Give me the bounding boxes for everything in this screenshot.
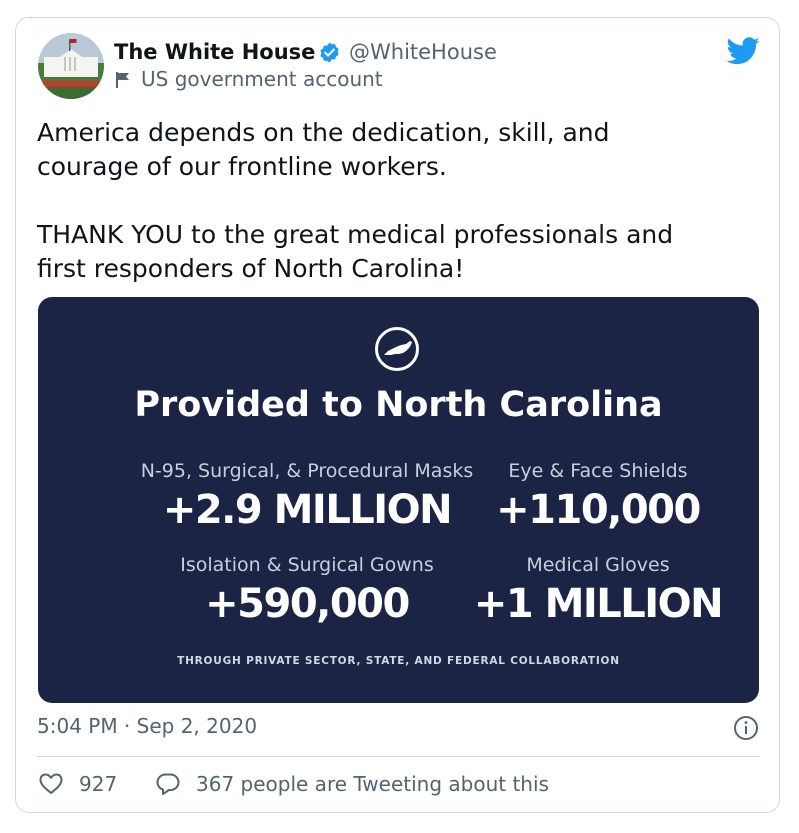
divider xyxy=(37,756,759,757)
media-footnote: THROUGH PRIVATE SECTOR, STATE, AND FEDER… xyxy=(177,655,620,667)
government-account-label[interactable]: US government account xyxy=(141,67,383,91)
media-title: Provided to North Carolina xyxy=(134,385,663,425)
tweet-media-image[interactable]: Provided to North Carolina N-95, Surgica… xyxy=(38,297,759,703)
stat-label-masks: N-95, Surgical, & Procedural Masks xyxy=(140,460,474,482)
stat-value-shields: +110,000 xyxy=(496,487,701,533)
stat-value-gloves: +1 MILLION xyxy=(473,581,724,627)
north-carolina-map-icon xyxy=(375,327,419,371)
stat-label-shields: Eye & Face Shields xyxy=(508,460,688,482)
stat-value-masks: +2.9 MILLION xyxy=(162,487,453,533)
stat-label-gloves: Medical Gloves xyxy=(526,554,670,576)
profile-avatar[interactable] xyxy=(38,33,104,99)
info-icon[interactable] xyxy=(733,715,759,741)
speech-bubble-icon[interactable] xyxy=(155,771,181,797)
twitter-bird-icon[interactable] xyxy=(727,37,760,65)
tweet-timestamp[interactable]: 5:04 PM · Sep 2, 2020 xyxy=(37,714,257,738)
stat-value-gowns: +590,000 xyxy=(205,581,410,627)
verified-badge-icon xyxy=(320,42,339,63)
heart-icon[interactable] xyxy=(38,771,64,797)
author-display-name[interactable]: The White House xyxy=(114,40,315,64)
tweet-text: America depends on the dedication, skill… xyxy=(37,118,674,283)
stat-label-gowns: Isolation & Surgical Gowns xyxy=(180,554,434,576)
like-count[interactable]: 927 xyxy=(79,772,117,796)
conversation-count-link[interactable]: 367 people are Tweeting about this xyxy=(196,772,549,796)
white-house-avatar-image xyxy=(38,33,104,99)
flag-icon xyxy=(116,72,129,88)
author-handle[interactable]: @WhiteHouse xyxy=(349,40,497,64)
